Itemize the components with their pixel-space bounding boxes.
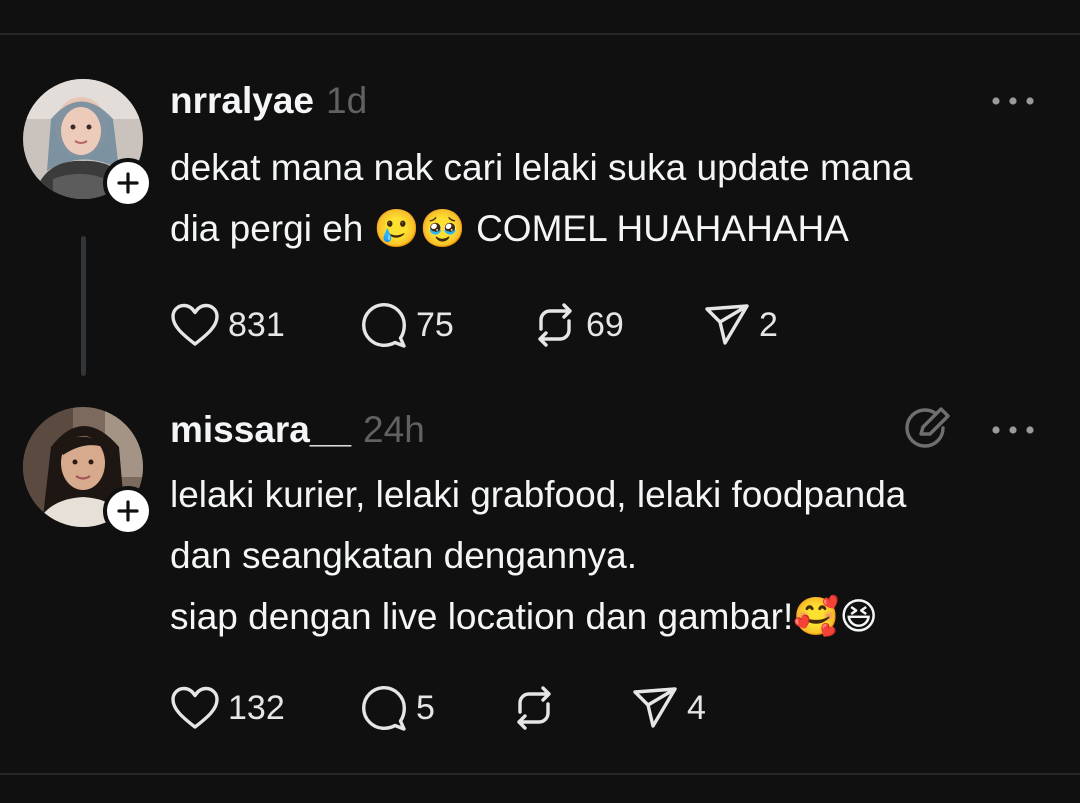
heart-icon <box>171 686 219 729</box>
reply-button[interactable]: 5 <box>360 683 435 733</box>
edit-button[interactable] <box>903 406 951 454</box>
reply-count: 5 <box>416 688 435 727</box>
share-count: 4 <box>687 688 706 727</box>
send-icon <box>633 687 677 728</box>
more-options-button[interactable] <box>988 420 1038 440</box>
share-button[interactable]: 4 <box>631 683 706 733</box>
post-text-line: lelaki kurier, lelaki grabfood, lelaki f… <box>170 474 907 515</box>
username[interactable]: missara__ <box>170 409 351 451</box>
repost-button[interactable] <box>511 683 557 733</box>
comment-icon <box>362 686 406 731</box>
post-text-line: siap dengan live location dan gambar!🥰😆 <box>170 596 878 637</box>
post-text: lelaki kurier, lelaki grabfood, lelaki f… <box>170 464 1050 647</box>
post-header: missara__ 24h <box>170 409 425 451</box>
post: missara__ 24h lelaki kurier, lelaki grab… <box>0 0 1080 803</box>
post-text-line: dan seangkatan dengannya. <box>170 535 638 576</box>
more-dots-icon <box>992 426 1034 434</box>
timestamp: 24h <box>363 409 425 450</box>
bottom-divider <box>0 773 1080 775</box>
like-button[interactable]: 132 <box>170 683 285 733</box>
like-count: 132 <box>228 688 285 727</box>
follow-button[interactable] <box>103 486 153 536</box>
plus-icon <box>117 500 139 522</box>
repost-icon <box>517 686 551 730</box>
edit-icon <box>905 407 950 448</box>
